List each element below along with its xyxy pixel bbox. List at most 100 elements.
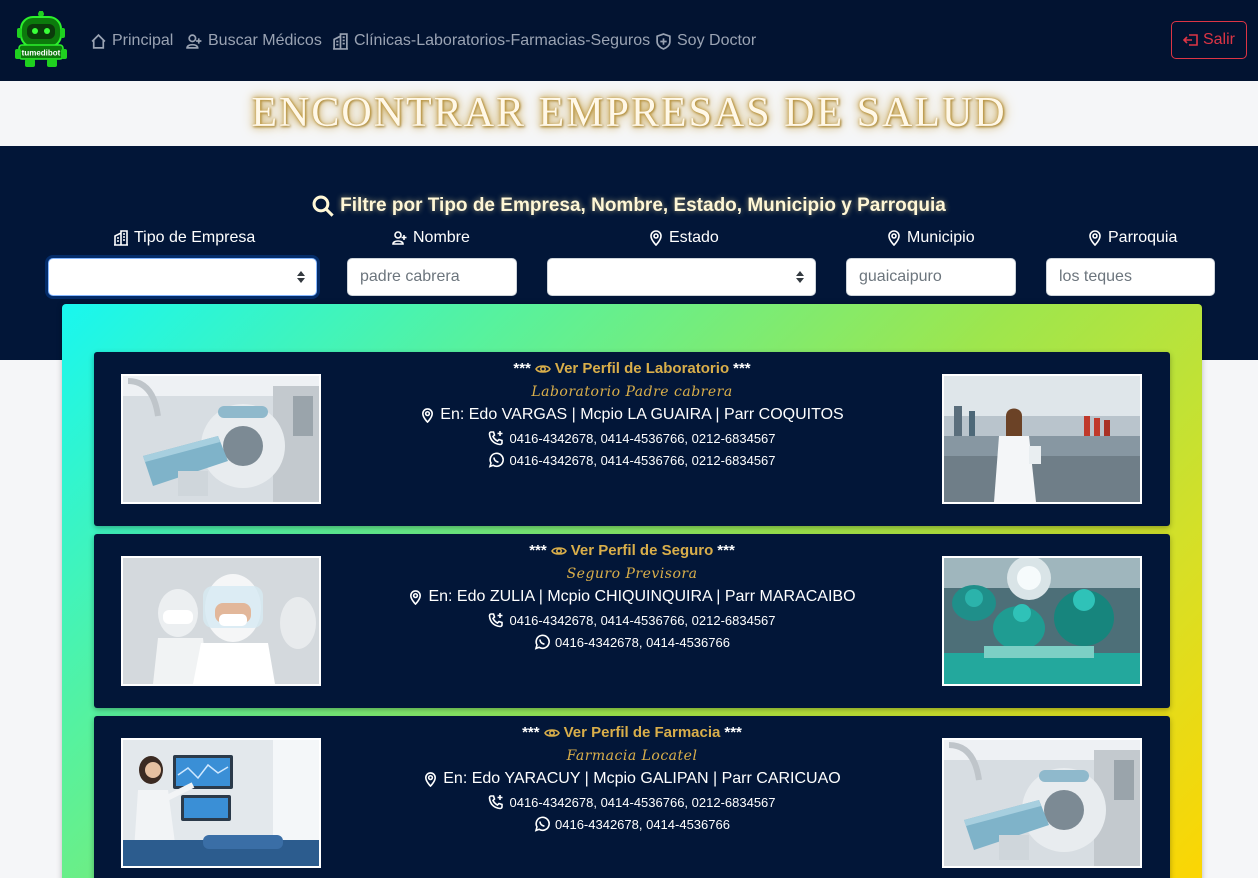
- location-line: En: Edo ZULIA | Mcpio CHIQUINQUIRA | Par…: [344, 588, 920, 606]
- ver-perfil-label: Ver Perfil de Farmacia: [563, 724, 721, 741]
- nav-label: Soy Doctor: [677, 32, 757, 49]
- location-line: En: Edo VARGAS | Mcpio LA GUAIRA | Parr …: [344, 406, 920, 424]
- municipio-label: Municipio: [886, 229, 975, 247]
- ver-perfil-label: Ver Perfil de Laboratorio: [554, 360, 730, 377]
- parroquia-placeholder: los teques: [1059, 268, 1132, 285]
- whatsapp-icon: [534, 634, 550, 650]
- company-name: Seguro Previsora: [566, 566, 698, 582]
- phone-line: 0416-4342678, 0414-4536766, 0212-6834567: [344, 794, 920, 810]
- lab-scientist-photo: [942, 374, 1142, 504]
- location-text: En: Edo YARACUY | Mcpio GALIPAN | Parr C…: [443, 770, 841, 787]
- whatsapp-icon: [534, 816, 550, 832]
- geo-pin-icon: [425, 771, 437, 787]
- whatsapp-line: 0416-4342678, 0414-4536766: [344, 634, 920, 650]
- tumedibot-logo[interactable]: tumedibot: [15, 11, 67, 69]
- location-text: En: Edo VARGAS | Mcpio LA GUAIRA | Parr …: [440, 406, 844, 423]
- geo-pin-icon: [650, 230, 662, 246]
- search-icon: [312, 195, 334, 217]
- municipio-placeholder: guaicaipuro: [859, 268, 942, 285]
- whatsapp-icon: [489, 452, 505, 468]
- stars-right: ***: [733, 360, 751, 377]
- doctor-monitor-photo: [121, 738, 321, 868]
- stars-left: ***: [513, 360, 531, 377]
- box-arrow-left-icon: [1182, 34, 1198, 46]
- telephone-plus-icon: [489, 431, 504, 446]
- filter-heading-text: Filtre por Tipo de Empresa, Nombre, Esta…: [340, 195, 946, 216]
- tipo-empresa-select[interactable]: [48, 258, 317, 296]
- card-info: *** Ver Perfil de Farmacia *** Farmacia …: [344, 724, 920, 832]
- eye-icon: [550, 546, 567, 555]
- title-strip: ENCONTRAR EMPRESAS DE SALUD: [0, 81, 1258, 146]
- parroquia-input[interactable]: los teques: [1046, 258, 1215, 296]
- tipo-label: Tipo de Empresa: [113, 229, 255, 247]
- navbar: tumedibot Principal Buscar Médicos Clíni…: [0, 0, 1258, 81]
- logout-button[interactable]: Salir: [1171, 21, 1247, 59]
- nav-principal[interactable]: Principal: [90, 30, 173, 52]
- phone-text: 0416-4342678, 0414-4536766, 0212-6834567: [509, 612, 776, 628]
- card-info: *** Ver Perfil de Laboratorio *** Labora…: [344, 360, 920, 468]
- logout-label: Salir: [1202, 31, 1235, 48]
- telephone-plus-icon: [489, 613, 504, 628]
- parroquia-label-text: Parroquia: [1108, 229, 1178, 246]
- person-plus-icon: [392, 231, 407, 245]
- phone-line: 0416-4342678, 0414-4536766, 0212-6834567: [344, 430, 920, 446]
- nombre-placeholder: padre cabrera: [360, 268, 460, 285]
- buildings-icon: [333, 32, 348, 50]
- result-card: *** Ver Perfil de Laboratorio *** Labora…: [94, 352, 1170, 526]
- nav-buscar-medicos[interactable]: Buscar Médicos: [186, 30, 322, 52]
- ppe-workers-photo: [121, 556, 321, 686]
- tipo-label-text: Tipo de Empresa: [134, 229, 256, 246]
- mri-scanner-photo: [121, 374, 321, 504]
- stars-left: ***: [529, 542, 547, 559]
- stars-left: ***: [522, 724, 540, 741]
- mri-scanner-photo: [942, 738, 1142, 868]
- house-icon: [91, 33, 106, 49]
- geo-pin-icon: [410, 589, 422, 605]
- whatsapp-text: 0416-4342678, 0414-4536766: [555, 634, 730, 650]
- nav-label: Principal: [112, 32, 174, 49]
- nombre-label: Nombre: [392, 229, 470, 247]
- company-name: Laboratorio Padre cabrera: [531, 384, 733, 400]
- page-title: ENCONTRAR EMPRESAS DE SALUD: [251, 90, 1007, 136]
- result-card: *** Ver Perfil de Seguro *** Seguro Prev…: [94, 534, 1170, 708]
- nav-soy-doctor[interactable]: Soy Doctor: [655, 30, 756, 52]
- ver-perfil-link[interactable]: *** Ver Perfil de Laboratorio ***: [344, 360, 920, 377]
- geo-pin-icon: [1089, 230, 1101, 246]
- person-plus-icon: [186, 33, 202, 49]
- result-card: *** Ver Perfil de Farmacia *** Farmacia …: [94, 716, 1170, 878]
- whatsapp-text: 0416-4342678, 0414-4536766: [555, 816, 730, 832]
- estado-select[interactable]: [547, 258, 816, 296]
- location-text: En: Edo ZULIA | Mcpio CHIQUINQUIRA | Par…: [428, 588, 856, 605]
- phone-text: 0416-4342678, 0414-4536766, 0212-6834567: [509, 430, 776, 446]
- whatsapp-line: 0416-4342678, 0414-4536766, 0212-6834567: [344, 452, 920, 468]
- eye-icon: [543, 728, 560, 737]
- stars-right: ***: [717, 542, 735, 559]
- nombre-input[interactable]: padre cabrera: [347, 258, 517, 296]
- geo-pin-icon: [888, 230, 900, 246]
- buildings-icon: [114, 230, 128, 246]
- nombre-label-text: Nombre: [413, 229, 470, 246]
- ver-perfil-label: Ver Perfil de Seguro: [570, 542, 714, 559]
- select-caret-icon: [297, 269, 305, 285]
- results-panel: *** Ver Perfil de Laboratorio *** Labora…: [62, 304, 1202, 878]
- phone-text: 0416-4342678, 0414-4536766, 0212-6834567: [509, 794, 776, 810]
- card-info: *** Ver Perfil de Seguro *** Seguro Prev…: [344, 542, 920, 650]
- company-name: Farmacia Locatel: [566, 748, 698, 764]
- estado-label: Estado: [648, 229, 719, 247]
- ver-perfil-link[interactable]: *** Ver Perfil de Seguro ***: [344, 542, 920, 559]
- ver-perfil-link[interactable]: *** Ver Perfil de Farmacia ***: [344, 724, 920, 741]
- location-line: En: Edo YARACUY | Mcpio GALIPAN | Parr C…: [344, 770, 920, 788]
- telephone-plus-icon: [489, 795, 504, 810]
- eye-icon: [534, 364, 551, 373]
- whatsapp-line: 0416-4342678, 0414-4536766: [344, 816, 920, 832]
- stars-right: ***: [724, 724, 742, 741]
- whatsapp-text: 0416-4342678, 0414-4536766, 0212-6834567: [509, 452, 776, 468]
- municipio-label-text: Municipio: [907, 229, 975, 246]
- parroquia-label: Parroquia: [1087, 229, 1177, 247]
- nav-clinicas[interactable]: Clínicas-Laboratorios-Farmacias-Seguros: [332, 30, 650, 52]
- nav-label: Clínicas-Laboratorios-Farmacias-Seguros: [354, 32, 651, 49]
- municipio-input[interactable]: guaicaipuro: [846, 258, 1016, 296]
- nav-label: Buscar Médicos: [208, 32, 322, 49]
- logo-text: tumedibot: [22, 49, 61, 58]
- geo-pin-icon: [422, 407, 434, 423]
